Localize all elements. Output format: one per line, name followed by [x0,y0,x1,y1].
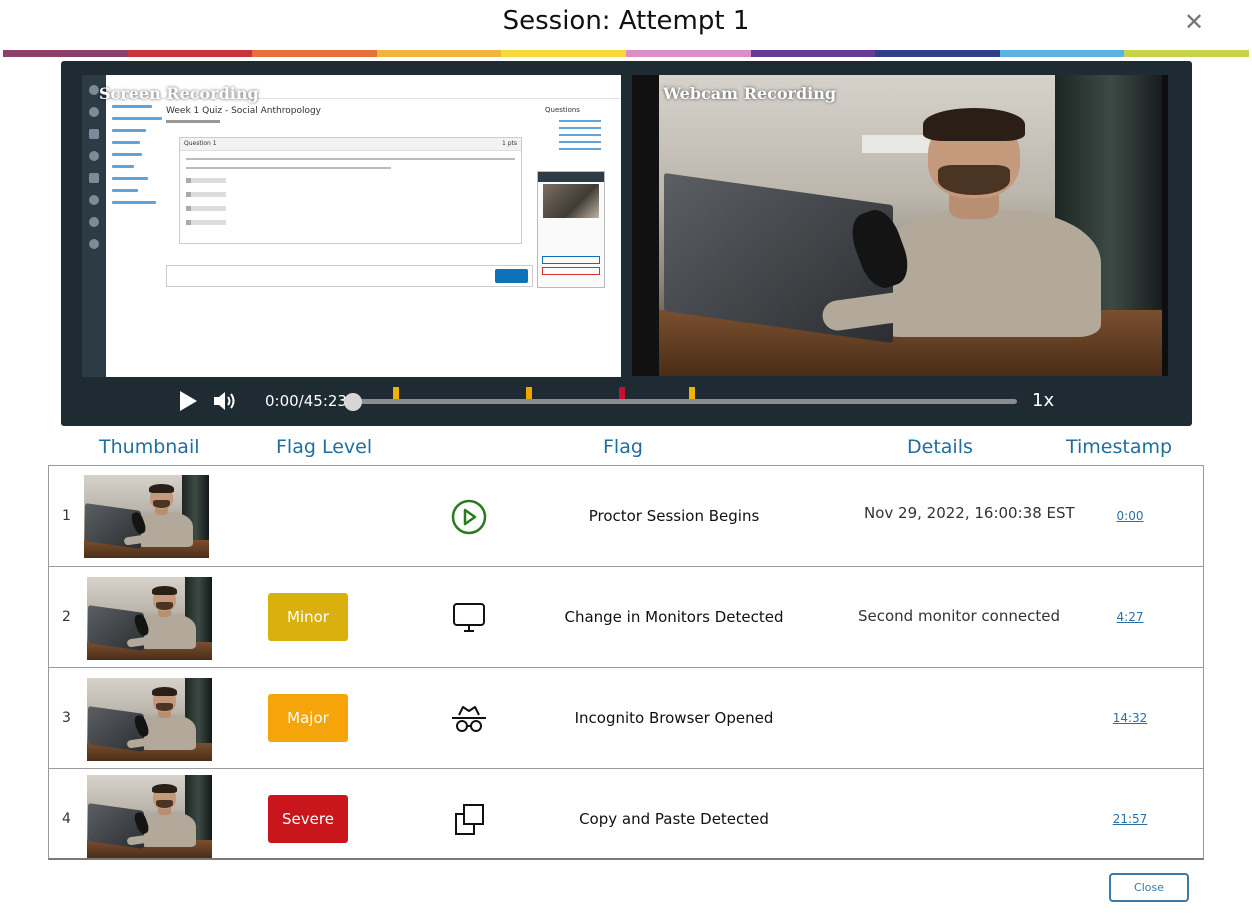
table-row[interactable]: 1 Proctor Session Begins Nov 29, 2022, 1… [49,466,1203,567]
flag-level-badge: Minor [268,593,348,641]
flag-events-table: 1 Proctor Session Begins Nov 29, 2022, 1… [48,465,1204,860]
col-header-flag-level: Flag Level [276,436,373,458]
play-circle-icon [449,499,489,535]
seek-flag-marker[interactable] [525,387,532,399]
col-header-details: Details [907,436,973,458]
copy-icon [449,802,489,838]
lms-submit-button [495,269,528,283]
lms-footer-bar [166,265,533,287]
lms-started-line [166,120,220,123]
monitor-icon [449,600,489,636]
flag-level-badge: Major [268,694,348,742]
lms-quiz-title: Week 1 Quiz - Social Anthropology [166,106,321,116]
modal-title: Session: Attempt 1 [502,6,750,36]
seek-flag-marker[interactable] [618,387,625,399]
seek-flag-marker[interactable] [393,387,400,399]
lms-proctor-panel [537,171,605,288]
row-number: 4 [62,811,71,827]
video-player: Week 1 Quiz - Social Anthropology Questi… [61,61,1192,426]
color-strip-segment [875,50,1000,57]
incognito-icon [449,701,489,737]
color-strip-segment [252,50,377,57]
lms-questions-list: Questions [545,106,615,155]
color-strip-segment [127,50,253,57]
flag-text: Copy and Paste Detected [579,810,769,828]
flag-text: Incognito Browser Opened [574,709,774,727]
col-header-thumbnail: Thumbnail [99,436,200,458]
volume-icon[interactable] [213,390,239,412]
play-icon[interactable] [178,390,198,412]
col-header-timestamp: Timestamp [1066,436,1173,458]
lms-questions-heading: Questions [545,106,580,114]
table-row[interactable]: 4 Severe Copy and Paste Detected 21:57 [49,769,1203,859]
playback-speed-button[interactable]: 1x [1032,390,1054,411]
timestamp-link[interactable]: 21:57 [1085,812,1175,826]
flag-text: Proctor Session Begins [588,507,760,525]
close-button[interactable]: Close [1109,873,1189,902]
lms-course-menu [112,105,167,213]
event-thumbnail[interactable] [87,678,212,761]
time-readout: 0:00/45:23 [265,392,347,410]
lms-question-points: 1 pts [501,140,517,147]
flag-level-badge: Severe [268,795,348,843]
event-thumbnail[interactable] [84,475,209,558]
table-row[interactable]: 3 Major Incognito Browser Opened 14:32 [49,668,1203,769]
color-strip [3,50,1249,57]
color-strip-segment [999,50,1125,57]
row-number: 2 [62,609,71,625]
lms-nav-rail [82,75,106,377]
color-strip-segment [376,50,502,57]
timestamp-link[interactable]: 14:32 [1085,711,1175,725]
screen-recording-pane[interactable]: Week 1 Quiz - Social Anthropology Questi… [82,75,621,377]
flag-text: Change in Monitors Detected [564,608,784,626]
timestamp-link[interactable]: 0:00 [1085,509,1175,523]
table-row[interactable]: 2 Minor Change in Monitors Detected Seco… [49,567,1203,668]
close-icon[interactable]: ✕ [1182,8,1206,36]
webcam-feed [659,75,1167,376]
seek-thumb[interactable] [344,393,362,411]
event-thumbnail[interactable] [87,577,212,660]
lms-question-header: Question 1 [184,140,217,147]
color-strip-segment [1124,50,1249,57]
seek-bar[interactable] [353,399,1017,404]
color-strip-segment [501,50,626,57]
row-number: 1 [62,508,71,524]
lms-question-card: Question 1 1 pts [179,137,522,244]
screen-recording-label: Screen Recording [99,84,259,103]
color-strip-segment [750,50,876,57]
event-thumbnail[interactable] [87,775,212,858]
color-strip-segment [625,50,751,57]
seek-flag-marker[interactable] [688,387,695,399]
color-strip-segment [3,50,128,57]
webcam-recording-label: Webcam Recording [663,84,837,103]
timestamp-link[interactable]: 4:27 [1085,610,1175,624]
col-header-flag: Flag [603,436,643,458]
webcam-recording-pane[interactable]: Webcam Recording [632,75,1168,376]
row-number: 3 [62,710,71,726]
